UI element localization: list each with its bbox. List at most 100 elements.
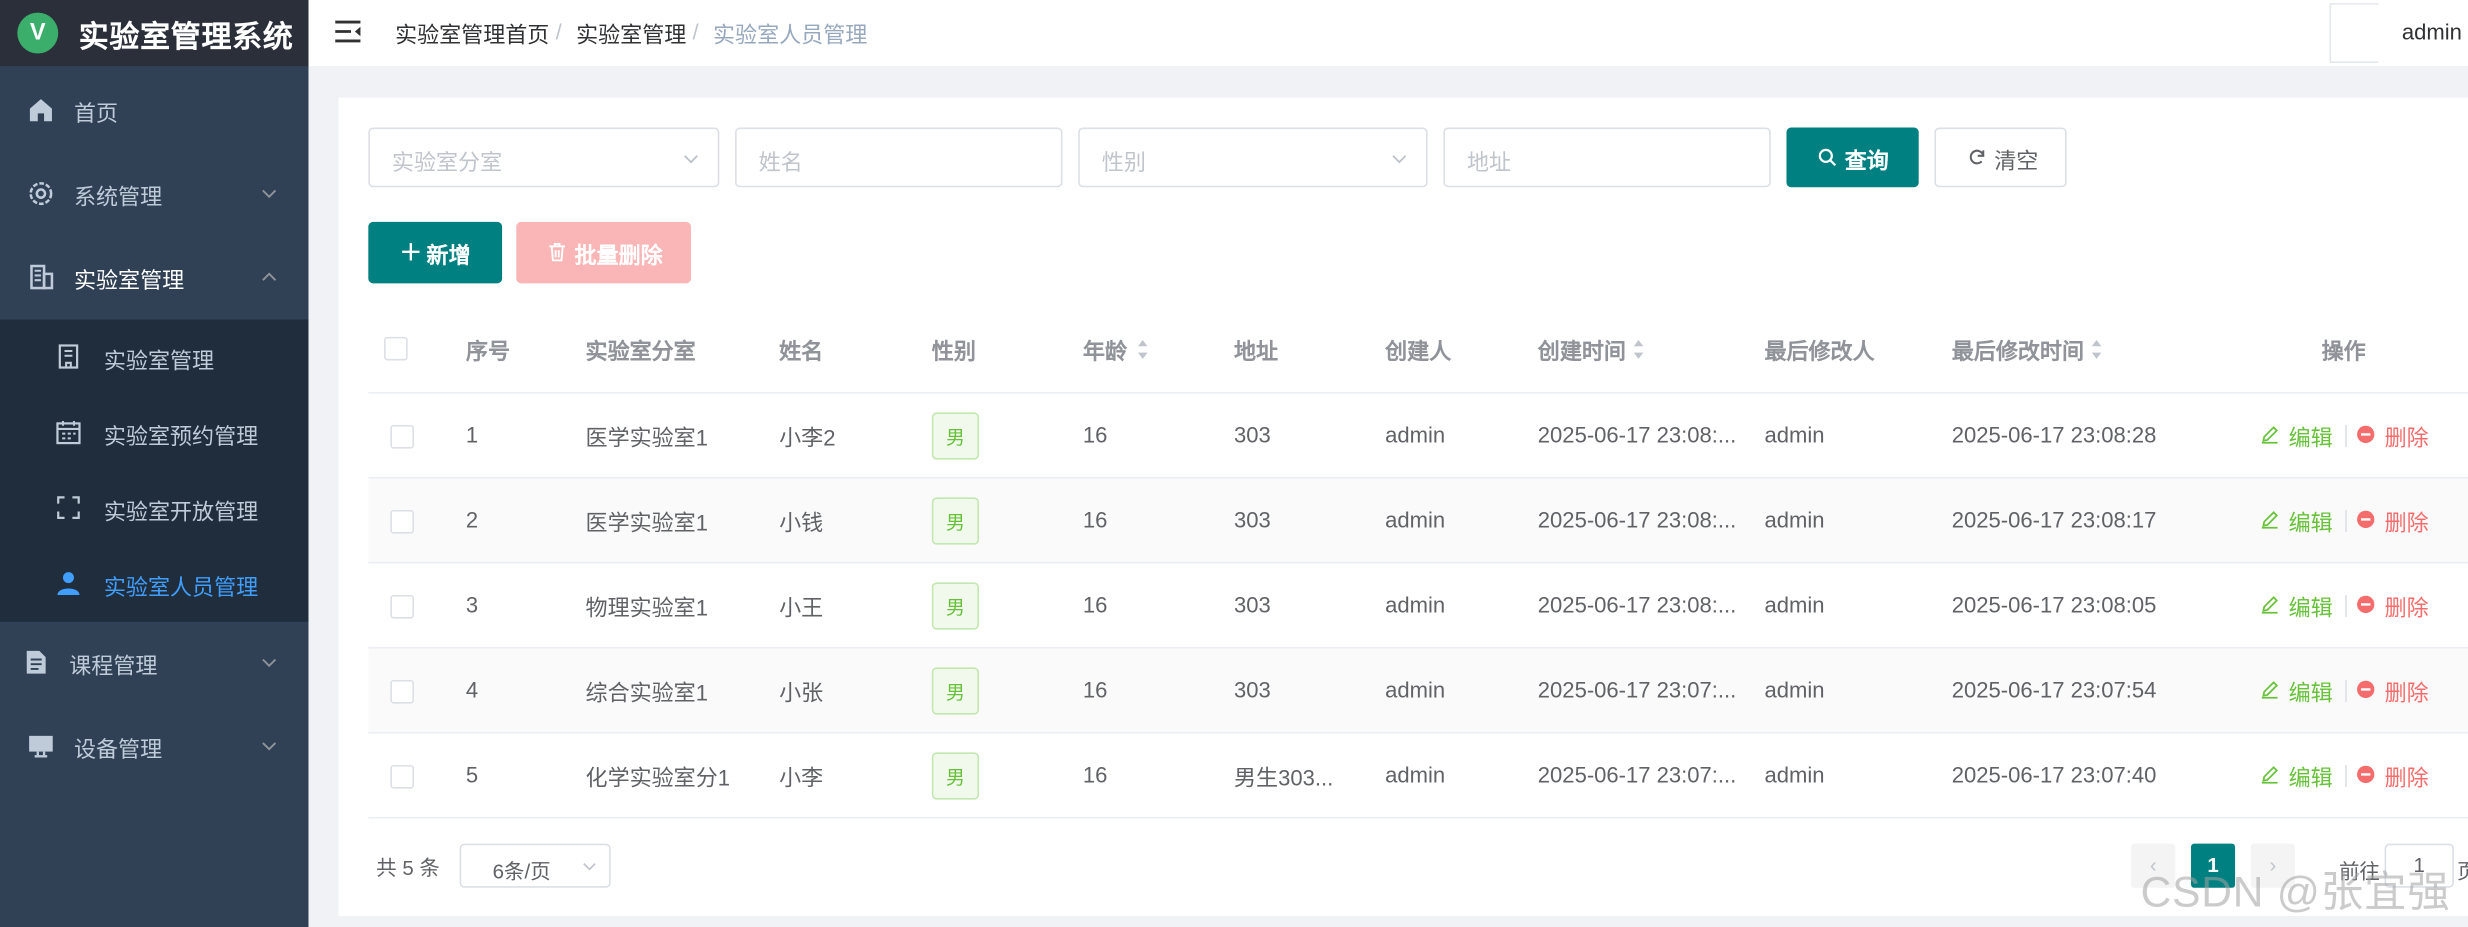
top-navbar: 实验室管理首页 / 实验室管理 / 实验室人员管理 admin xyxy=(308,0,2468,68)
watermark: CSDN @张宜强 xyxy=(2140,868,2451,917)
select-all-checkbox[interactable] xyxy=(384,336,408,361)
col-creator: 创建人 xyxy=(1385,338,1452,364)
cell-index: 2 xyxy=(465,506,479,533)
gender-select[interactable]: 性别 xyxy=(1078,127,1428,188)
page-size-select[interactable]: 6条/页 xyxy=(459,843,611,888)
sidebar-item-lab[interactable]: 实验室管理 xyxy=(0,236,309,319)
avatar[interactable] xyxy=(2329,3,2379,63)
row-checkbox[interactable] xyxy=(390,679,414,704)
cell-created-at: 2025-06-17 23:08:... xyxy=(1537,421,1737,448)
col-created-at[interactable]: 创建时间 xyxy=(1538,335,1626,366)
chevron-up-icon xyxy=(262,272,277,281)
chevron-down-icon xyxy=(262,658,277,668)
col-modified-at[interactable]: 最后修改时间 xyxy=(1952,335,2084,366)
sidebar-item-course[interactable]: 课程管理 xyxy=(0,622,309,705)
cell-age: 16 xyxy=(1082,676,1108,703)
cell-branch: 综合实验室1 xyxy=(585,679,708,706)
user-name[interactable]: admin xyxy=(2402,19,2462,44)
action-divider xyxy=(2345,594,2347,618)
breadcrumb-lab[interactable]: 实验室管理 xyxy=(576,19,686,50)
edit-icon xyxy=(2261,681,2279,699)
office-icon xyxy=(58,344,79,369)
branch-select[interactable]: 实验室分室 xyxy=(368,127,720,188)
cell-created-at: 2025-06-17 23:08:... xyxy=(1537,591,1737,618)
cell-name: 小钱 xyxy=(779,509,824,536)
query-button[interactable]: 查询 xyxy=(1786,127,1919,188)
goto-unit: 页 xyxy=(2457,855,2468,885)
remove-icon xyxy=(2357,680,2375,699)
breadcrumb-separator: / xyxy=(555,18,562,45)
trash-icon xyxy=(549,243,566,262)
edit-label: 编辑 xyxy=(2288,594,2333,621)
cell-branch: 医学实验室1 xyxy=(585,509,708,536)
hamburger-icon[interactable] xyxy=(334,17,362,45)
cell-age: 16 xyxy=(1082,761,1108,787)
add-button[interactable]: 新增 xyxy=(368,221,503,284)
remove-icon xyxy=(2357,595,2375,614)
chevron-down-icon xyxy=(684,155,698,164)
remove-icon xyxy=(2357,425,2375,444)
gender-placeholder: 性别 xyxy=(1101,149,1146,175)
sidebar-item-label: 系统管理 xyxy=(73,184,163,210)
sidebar-item-label: 设备管理 xyxy=(73,736,163,762)
row-checkbox[interactable] xyxy=(390,594,414,619)
cell-name: 小李2 xyxy=(779,424,836,451)
remove-icon xyxy=(2357,510,2375,529)
batch-delete-button[interactable]: 批量删除 xyxy=(516,221,691,284)
cell-created-at: 2025-06-17 23:08:... xyxy=(1537,506,1737,533)
sidebar-item-home[interactable]: 首页 xyxy=(0,69,309,152)
gear-icon xyxy=(29,182,53,206)
cell-created-at: 2025-06-17 23:07:... xyxy=(1537,761,1737,787)
table-row: 5 化学实验室分1 小李 16 男生303... admin 2025-06-17 23:0… xyxy=(368,733,2468,819)
pagination-total: 共 5 条 xyxy=(376,856,440,880)
sidebar-item-device[interactable]: 设备管理 xyxy=(0,705,309,788)
row-checkbox[interactable] xyxy=(390,424,414,449)
edit-icon xyxy=(2261,426,2279,444)
submenu-item-label: 实验室管理 xyxy=(103,347,215,374)
col-age[interactable]: 年龄 xyxy=(1083,335,1127,366)
sort-icon[interactable] xyxy=(2090,338,2103,360)
app-title: 实验室管理系统 xyxy=(78,22,294,56)
query-label: 查询 xyxy=(1844,147,1889,174)
cell-branch: 物理实验室1 xyxy=(585,594,708,621)
name-input[interactable]: 姓名 xyxy=(735,127,1063,188)
page-size-value: 6条/页 xyxy=(492,859,551,884)
submenu-item-label: 实验室人员管理 xyxy=(103,574,259,600)
cell-creator: admin xyxy=(1385,591,1446,618)
calendar-icon xyxy=(56,421,81,445)
gender-tag: 男 xyxy=(931,582,980,630)
cell-modifier: admin xyxy=(1764,676,1825,703)
submenu-item-lab-manage[interactable]: 实验室管理 xyxy=(0,320,309,396)
breadcrumb-home[interactable]: 实验室管理首页 xyxy=(395,19,549,50)
building-icon xyxy=(30,264,54,290)
col-branch: 实验室分室 xyxy=(585,338,696,364)
row-checkbox[interactable] xyxy=(390,509,414,534)
action-divider xyxy=(2345,509,2347,533)
sidebar-item-system[interactable]: 系统管理 xyxy=(0,153,309,236)
sort-icon[interactable] xyxy=(1136,338,1149,360)
plus-icon xyxy=(402,243,420,261)
cell-age: 16 xyxy=(1082,591,1108,618)
row-checkbox[interactable] xyxy=(390,764,414,789)
cell-age: 16 xyxy=(1082,421,1108,448)
edit-label: 编辑 xyxy=(2288,679,2333,706)
edit-icon xyxy=(2261,766,2279,784)
sidebar-item-label: 实验室管理 xyxy=(73,267,185,293)
sort-icon[interactable] xyxy=(1632,338,1645,360)
edit-icon xyxy=(2261,596,2279,614)
address-input[interactable]: 地址 xyxy=(1443,127,1771,188)
submenu-item-label: 实验室开放管理 xyxy=(103,498,259,525)
cell-index: 4 xyxy=(465,676,479,703)
delete-label: 删除 xyxy=(2384,424,2429,451)
document-icon xyxy=(26,650,46,674)
sidebar-item-label: 首页 xyxy=(73,100,119,126)
submenu-item-lab-booking[interactable]: 实验室预约管理 xyxy=(0,395,309,471)
submenu-item-lab-open[interactable]: 实验室开放管理 xyxy=(0,471,309,547)
batch-delete-label: 批量删除 xyxy=(574,242,663,268)
cell-modifier: admin xyxy=(1764,506,1825,533)
cell-name: 小张 xyxy=(779,679,824,706)
cell-name: 小李 xyxy=(779,764,824,791)
breadcrumb-current: 实验室人员管理 xyxy=(713,22,868,48)
clear-button[interactable]: 清空 xyxy=(1934,127,2067,188)
submenu-item-lab-personnel[interactable]: 实验室人员管理 xyxy=(0,546,309,622)
